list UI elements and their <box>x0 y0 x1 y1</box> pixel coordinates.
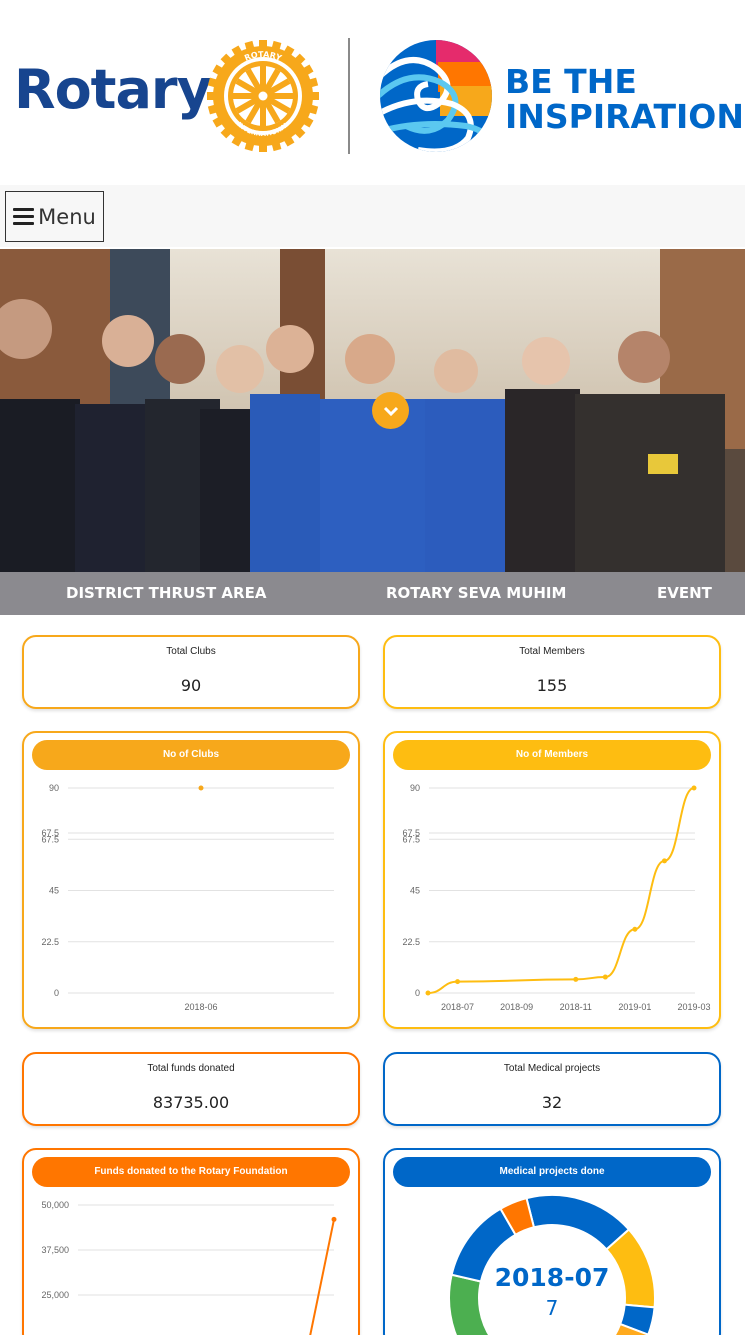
data-point <box>602 974 608 980</box>
rotary-wordmark[interactable]: Rotary <box>14 58 212 121</box>
x-tick-label: 2018-11 <box>560 1002 592 1012</box>
data-point <box>198 785 204 791</box>
y-tick-label: 67.5 <box>41 834 59 844</box>
stat-title: Total funds donated <box>147 1063 235 1074</box>
y-tick-label: 45 <box>410 886 420 896</box>
menu-label: Menu <box>38 204 96 229</box>
chart-card-funds: Funds donated to the Rotary Foundation 5… <box>22 1148 360 1335</box>
menu-button[interactable]: Menu <box>5 191 104 242</box>
y-tick-label: 0 <box>415 988 420 998</box>
thrust-item-district[interactable]: DISTRICT THRUST AREA <box>66 572 266 615</box>
y-tick-label: 90 <box>410 783 420 793</box>
y-tick-label: 0 <box>54 988 59 998</box>
y-tick-label: 50,000 <box>41 1200 69 1210</box>
theme-tagline: BE THE INSPIRATION <box>505 64 744 134</box>
x-tick-label: 2018-07 <box>441 1002 474 1012</box>
data-point <box>331 1216 337 1222</box>
x-tick-label: 2018-06 <box>184 1002 217 1012</box>
stat-value: 90 <box>180 676 202 695</box>
members-chart: 9067.567.54522.502018-07 2018-09 2018-11 20… <box>402 783 710 1012</box>
data-point <box>573 976 579 982</box>
thrust-item-event[interactable]: EVENT <box>657 572 712 615</box>
x-tick-label: 2019-01 <box>618 1002 651 1012</box>
stat-card-total-members: Total Members 155 <box>383 635 721 709</box>
stat-value: 155 <box>536 676 568 695</box>
donut-center-label: 2018-07 <box>495 1263 610 1292</box>
scroll-down-button[interactable] <box>372 392 409 429</box>
chart-card-members: No of Members 90 67.5 67.5 45 22.5 0 2018-07 20… <box>383 731 721 1029</box>
y-tick-label: 22.5 <box>41 937 59 947</box>
stat-title: Total Clubs <box>166 646 216 657</box>
x-tick-label: 2018-09 <box>500 1002 533 1012</box>
data-point <box>691 785 697 791</box>
data-point <box>455 979 461 985</box>
y-tick-label: 25,000 <box>41 1290 69 1300</box>
chevron-down-icon <box>383 406 398 416</box>
stat-card-total-medical: Total Medical projects 32 <box>383 1052 721 1126</box>
theme-logo-icon <box>380 40 492 152</box>
stat-value: 32 <box>541 1093 563 1112</box>
series-line <box>309 1219 335 1335</box>
stat-card-total-funds: Total funds donated 83735.00 <box>22 1052 360 1126</box>
theme-line-1: BE THE <box>505 62 637 101</box>
stat-title: Total Medical projects <box>503 1063 601 1074</box>
clubs-chart: 9067.567.54522.502018-06 <box>41 783 334 1012</box>
stat-title: Total Members <box>519 646 585 657</box>
chart-card-medical: Medical projects done 2018-07 7 <box>383 1148 721 1335</box>
logo-divider <box>348 38 350 154</box>
thrust-area-bar: DISTRICT THRUST AREA ROTARY SEVA MUHIM E… <box>0 572 745 615</box>
y-tick-label: 37,500 <box>41 1245 69 1255</box>
data-point <box>632 926 638 932</box>
data-point <box>661 858 667 864</box>
y-tick-label: 90 <box>49 783 59 793</box>
donut-slice <box>525 1194 631 1251</box>
data-point <box>425 990 431 996</box>
donut-center-value: 7 <box>546 1296 559 1320</box>
x-tick-label: 2019-03 <box>677 1002 710 1012</box>
thrust-item-seva-muhim[interactable]: ROTARY SEVA MUHIM <box>386 572 566 615</box>
y-tick-label: 22.5 <box>402 937 420 947</box>
funds-chart: 50,000 37,500 25,000 <box>41 1200 337 1335</box>
medical-donut-chart: 2018-07 7 <box>448 1194 656 1335</box>
chart-card-clubs: No of Clubs 90 67.5 67.5 45 22.5 0 2018-06 <box>22 731 360 1029</box>
y-tick-label: 67.5 <box>402 834 420 844</box>
hero-image: DISTRICT THRUST AREA ROTARY SEVA MUHIM E… <box>0 249 745 615</box>
stat-card-total-clubs: Total Clubs 90 <box>22 635 360 709</box>
rotary-wheel-logo[interactable]: ROTARY INTERNATIONAL <box>205 38 321 154</box>
navbar: Menu <box>0 185 745 247</box>
hamburger-icon <box>13 208 35 225</box>
y-tick-label: 45 <box>49 886 59 896</box>
site-header: Rotary ROTARY INTERNATIONAL BE THE INSPI… <box>0 0 750 185</box>
stat-value: 83735.00 <box>152 1093 230 1112</box>
theme-line-2: INSPIRATION <box>505 97 744 136</box>
